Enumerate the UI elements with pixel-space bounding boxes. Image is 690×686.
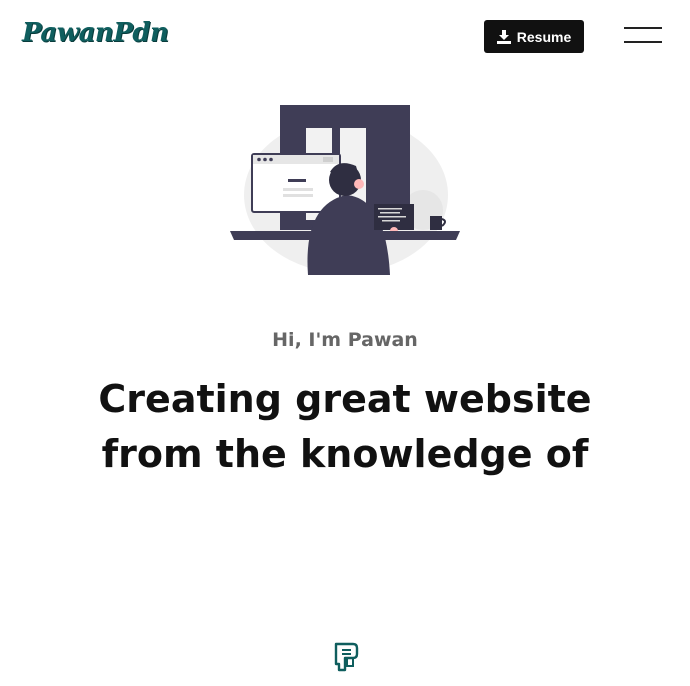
resume-download-button[interactable]: Resume — [484, 20, 584, 53]
headline-line-1: Creating great website — [98, 377, 592, 421]
page: PawanPdn Resume Hi, I'm Pawan Creating g… — [0, 0, 690, 686]
scroll-brand-icon[interactable] — [333, 642, 359, 672]
hero-headline: Creating great website from the knowledg… — [0, 372, 690, 482]
menu-bar-bottom — [624, 41, 662, 43]
site-logo[interactable]: PawanPdn — [22, 18, 169, 48]
developer-at-desk-illustration — [228, 100, 464, 275]
hero-greeting: Hi, I'm Pawan — [272, 329, 418, 351]
hamburger-menu-icon[interactable] — [624, 26, 662, 46]
headline-line-2: from the knowledge of — [101, 432, 589, 476]
resume-button-label: Resume — [516, 28, 572, 45]
download-icon — [496, 29, 511, 44]
menu-bar-top — [624, 27, 662, 29]
